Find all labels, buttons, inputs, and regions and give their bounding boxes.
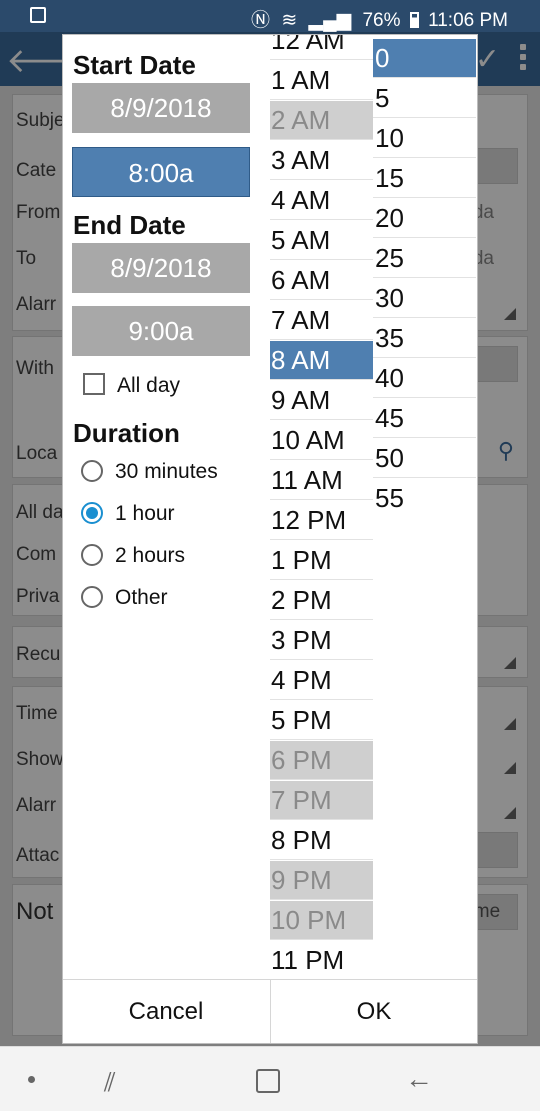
status-bar: Ⓝ ≋ ▂▄▆ 76% 11:06 PM [0, 0, 540, 32]
start-date-label: Start Date [73, 50, 196, 80]
end-date-label: End Date [73, 210, 186, 240]
recent-apps-icon[interactable]: ⫽ [104, 1067, 116, 1099]
hour-option[interactable]: 6 PM [270, 741, 373, 780]
duration-option-other[interactable]: Other [81, 586, 168, 610]
hour-option[interactable]: 1 AM [270, 61, 373, 100]
hour-option[interactable]: 1 PM [270, 541, 373, 580]
hour-option[interactable]: 8 PM [270, 821, 373, 860]
duration-option-label: Other [115, 586, 168, 609]
status-right: Ⓝ ≋ ▂▄▆ 76% 11:06 PM [251, 5, 508, 32]
hour-option[interactable]: 7 AM [270, 301, 373, 340]
hour-option[interactable]: 12 PM [270, 501, 373, 540]
duration-label: Duration [73, 418, 180, 448]
hour-option[interactable]: 10 PM [270, 901, 373, 940]
hour-option[interactable]: 9 AM [270, 381, 373, 420]
hour-list[interactable]: 12 AM 1 AM 2 AM 3 AM 4 AM 5 AM 6 AM 7 AM 8 AM 9 A… [270, 35, 373, 979]
duration-option-1-hour[interactable]: 1 hour [81, 502, 175, 526]
wifi-icon: ≋ [281, 10, 298, 31]
end-time-field[interactable]: 9:00a [72, 306, 250, 356]
nav-dot-icon[interactable] [28, 1076, 35, 1083]
minute-option[interactable]: 35 [373, 319, 476, 358]
clock: 11:06 PM [428, 10, 508, 31]
back-icon[interactable]: ← [405, 1063, 433, 1095]
minute-option[interactable]: 55 [373, 479, 476, 515]
dialog-footer: Cancel OK [63, 979, 477, 1043]
battery-percent: 76% [362, 10, 401, 31]
hour-option[interactable]: 7 PM [270, 781, 373, 820]
minute-option[interactable]: 50 [373, 439, 476, 478]
hour-option[interactable]: 6 AM [270, 261, 373, 300]
hour-option[interactable]: 8 AM [270, 341, 373, 380]
radio-selected-icon[interactable] [81, 502, 103, 524]
minute-option[interactable]: 45 [373, 399, 476, 438]
hour-option[interactable]: 2 PM [270, 581, 373, 620]
minute-option[interactable]: 30 [373, 279, 476, 318]
hour-option[interactable]: 10 AM [270, 421, 373, 460]
all-day-checkbox[interactable]: All day [83, 373, 180, 398]
duration-option-2-hours[interactable]: 2 hours [81, 544, 185, 568]
radio-icon[interactable] [81, 544, 103, 566]
hour-option[interactable]: 3 PM [270, 621, 373, 660]
minute-option[interactable]: 10 [373, 119, 476, 158]
start-date-field[interactable]: 8/9/2018 [72, 83, 250, 133]
hour-option[interactable]: 11 AM [270, 461, 373, 500]
hour-option[interactable]: 12 AM [270, 35, 373, 60]
hour-option[interactable]: 3 AM [270, 141, 373, 180]
duration-option-label: 1 hour [115, 502, 175, 525]
date-time-dialog: Start Date 8/9/2018 8:00a End Date 8/9/2… [62, 34, 478, 1044]
notification-icon [30, 7, 46, 23]
all-day-checkbox-label: All day [117, 374, 181, 397]
nfc-icon: Ⓝ [251, 10, 271, 31]
hour-option[interactable]: 11 PM [270, 941, 373, 979]
hour-option[interactable]: 2 AM [270, 101, 373, 140]
home-icon[interactable] [256, 1069, 280, 1093]
hour-option[interactable]: 4 PM [270, 661, 373, 700]
minute-option[interactable]: 25 [373, 239, 476, 278]
end-date-field[interactable]: 8/9/2018 [72, 243, 250, 293]
ok-button[interactable]: OK [270, 980, 477, 1043]
minute-option[interactable]: 40 [373, 359, 476, 398]
radio-icon[interactable] [81, 460, 103, 482]
duration-option-label: 2 hours [115, 544, 186, 567]
minute-list[interactable]: 0 5 10 15 20 25 30 35 40 45 50 55 [373, 35, 476, 515]
checkbox-icon[interactable] [83, 373, 105, 395]
hour-option[interactable]: 5 PM [270, 701, 373, 740]
minute-option[interactable]: 0 [373, 39, 476, 78]
hour-option[interactable]: 5 AM [270, 221, 373, 260]
minute-option[interactable]: 15 [373, 159, 476, 198]
signal-icon: ▂▄▆ [308, 10, 352, 31]
duration-option-label: 30 minutes [115, 460, 218, 483]
hour-option[interactable]: 4 AM [270, 181, 373, 220]
radio-icon[interactable] [81, 586, 103, 608]
hour-option[interactable]: 9 PM [270, 861, 373, 900]
battery-icon [409, 12, 419, 28]
cancel-button[interactable]: Cancel [63, 980, 269, 1043]
minute-option[interactable]: 5 [373, 79, 476, 118]
navigation-bar: ⫽ ← [0, 1046, 540, 1111]
start-time-field[interactable]: 8:00a [72, 147, 250, 197]
duration-option-30-minutes[interactable]: 30 minutes [81, 460, 218, 484]
minute-option[interactable]: 20 [373, 199, 476, 238]
